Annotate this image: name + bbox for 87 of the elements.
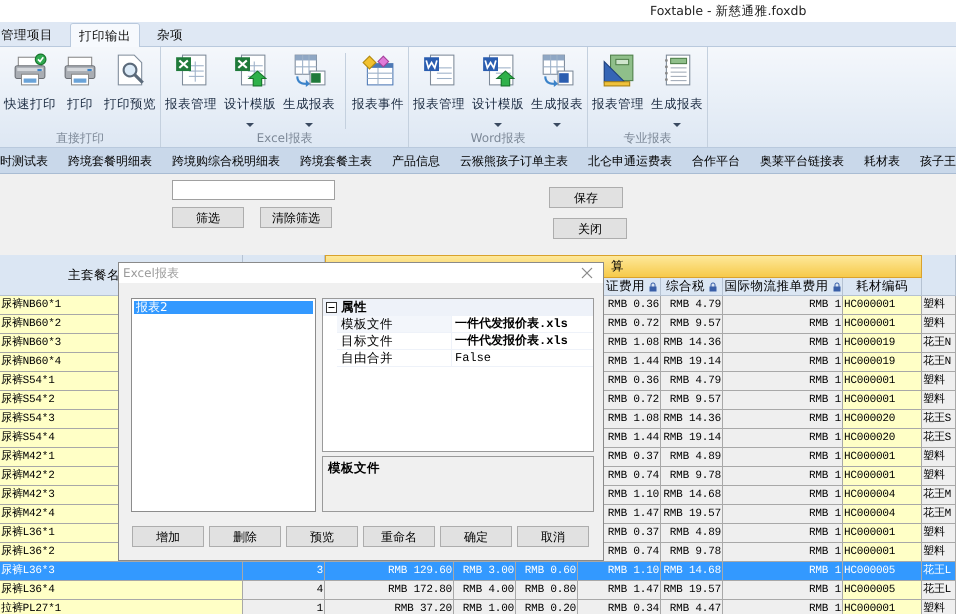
table-cell: HC000001 [843, 315, 922, 334]
group-label: 专业报表 [624, 131, 672, 145]
table-cell: RMB 129.60 [325, 562, 454, 581]
table-cell: HC000001 [843, 543, 922, 562]
table-cell: 塑料 [922, 600, 956, 614]
table-cell: RMB 4.89 [661, 524, 723, 543]
dialog-title: Excel报表 [123, 265, 179, 282]
group-label: 直接打印 [56, 131, 104, 145]
table-cell: RMB 1 [723, 581, 843, 600]
table-cell: RMB 0.80 [516, 581, 578, 600]
table-cell: RMB 1 [723, 486, 843, 505]
table-cell: RMB 1.47 [578, 581, 661, 600]
table-cell: 尿裤L36*4 [0, 581, 243, 600]
table-cell: RMB 9.78 [661, 467, 723, 486]
table-cell: HC000001 [843, 448, 922, 467]
table-cell: RMB 1 [723, 334, 843, 353]
table-cell: RMB 1 [723, 296, 843, 315]
table-cell: RMB 1 [723, 467, 843, 486]
table-cell: 花王N [922, 334, 956, 353]
table-cell: RMB 19.14 [661, 353, 723, 372]
table-cell: RMB 1 [723, 372, 843, 391]
table-cell: RMB 1 [723, 391, 843, 410]
table-cell: RMB 0.60 [516, 562, 578, 581]
table-cell: RMB 1 [723, 353, 843, 372]
table-cell: HC000001 [843, 296, 922, 315]
table-cell: RMB 14.36 [661, 334, 723, 353]
table-cell: RMB 14.68 [661, 486, 723, 505]
table-cell: HC000001 [843, 524, 922, 543]
table-cell: RMB 4.79 [661, 296, 723, 315]
table-cell: HC000001 [843, 467, 922, 486]
table-cell: 拉裤PL27*1 [0, 600, 243, 614]
table-cell: RMB 14.36 [661, 410, 723, 429]
table-cell: RMB 1 [723, 505, 843, 524]
table-cell: RMB 9.78 [661, 543, 723, 562]
table-cell: RMB 4.00 [454, 581, 516, 600]
table-cell: HC000005 [843, 581, 922, 600]
window-title: Foxtable - 新慈通雅.foxdb [650, 2, 806, 20]
table-cell: HC000001 [843, 391, 922, 410]
table-cell: 4 [243, 581, 325, 600]
table-cell: RMB 1 [723, 543, 843, 562]
table-cell: RMB 4.79 [661, 372, 723, 391]
table-cell: HC000019 [843, 353, 922, 372]
group-label: Word报表 [470, 131, 526, 145]
table-cell: RMB 1 [723, 562, 843, 581]
table-cell: RMB 19.14 [661, 429, 723, 448]
table-cell: RMB 9.57 [661, 391, 723, 410]
table-cell: 花王M [922, 505, 956, 524]
table-cell: 塑料 [922, 372, 956, 391]
table-cell: HC000001 [843, 600, 922, 614]
table-cell: RMB 1 [723, 429, 843, 448]
table-cell: RMB 1 [723, 524, 843, 543]
description-title: 模板文件 [328, 460, 380, 475]
table-cell: RMB 3.00 [454, 562, 516, 581]
table-cell: RMB 1 [723, 315, 843, 334]
table-cell: 塑料 [922, 296, 956, 315]
table-cell: HC000004 [843, 486, 922, 505]
table-cell: 塑料 [922, 448, 956, 467]
table-cell: 花王L [922, 562, 956, 581]
table-cell: HC000005 [843, 562, 922, 581]
table-cell: HC000020 [843, 410, 922, 429]
table-cell: 塑料 [922, 315, 956, 334]
table-cell: RMB 14.68 [661, 562, 723, 581]
group-label: Excel报表 [256, 131, 312, 145]
table-cell: RMB 172.80 [325, 581, 454, 600]
table-cell: HC000001 [843, 372, 922, 391]
table-cell: 花王S [922, 429, 956, 448]
table-cell: RMB 19.57 [661, 581, 723, 600]
table-cell: 花王S [922, 410, 956, 429]
table-cell: HC000004 [843, 505, 922, 524]
table-cell: 塑料 [922, 391, 956, 410]
table-cell: 花王L [922, 581, 956, 600]
table-cell: RMB 9.57 [661, 315, 723, 334]
table-cell: RMB 1 [723, 410, 843, 429]
table-cell: 尿裤L36*3 [0, 562, 243, 581]
table-cell: HC000020 [843, 429, 922, 448]
table-cell: 塑料 [922, 467, 956, 486]
table-cell: 花王M [922, 486, 956, 505]
table-cell: RMB 4.89 [661, 448, 723, 467]
table-cell: RMB 1.10 [578, 562, 661, 581]
table-cell: RMB 19.57 [661, 505, 723, 524]
table-cell: HC000019 [843, 334, 922, 353]
table-cell: 塑料 [922, 524, 956, 543]
category-label: 属性 [341, 298, 367, 316]
table-cell: RMB 1 [723, 448, 843, 467]
table-cell: 塑料 [922, 543, 956, 562]
table-cell: 花王N [922, 353, 956, 372]
table-cell: 3 [243, 562, 325, 581]
